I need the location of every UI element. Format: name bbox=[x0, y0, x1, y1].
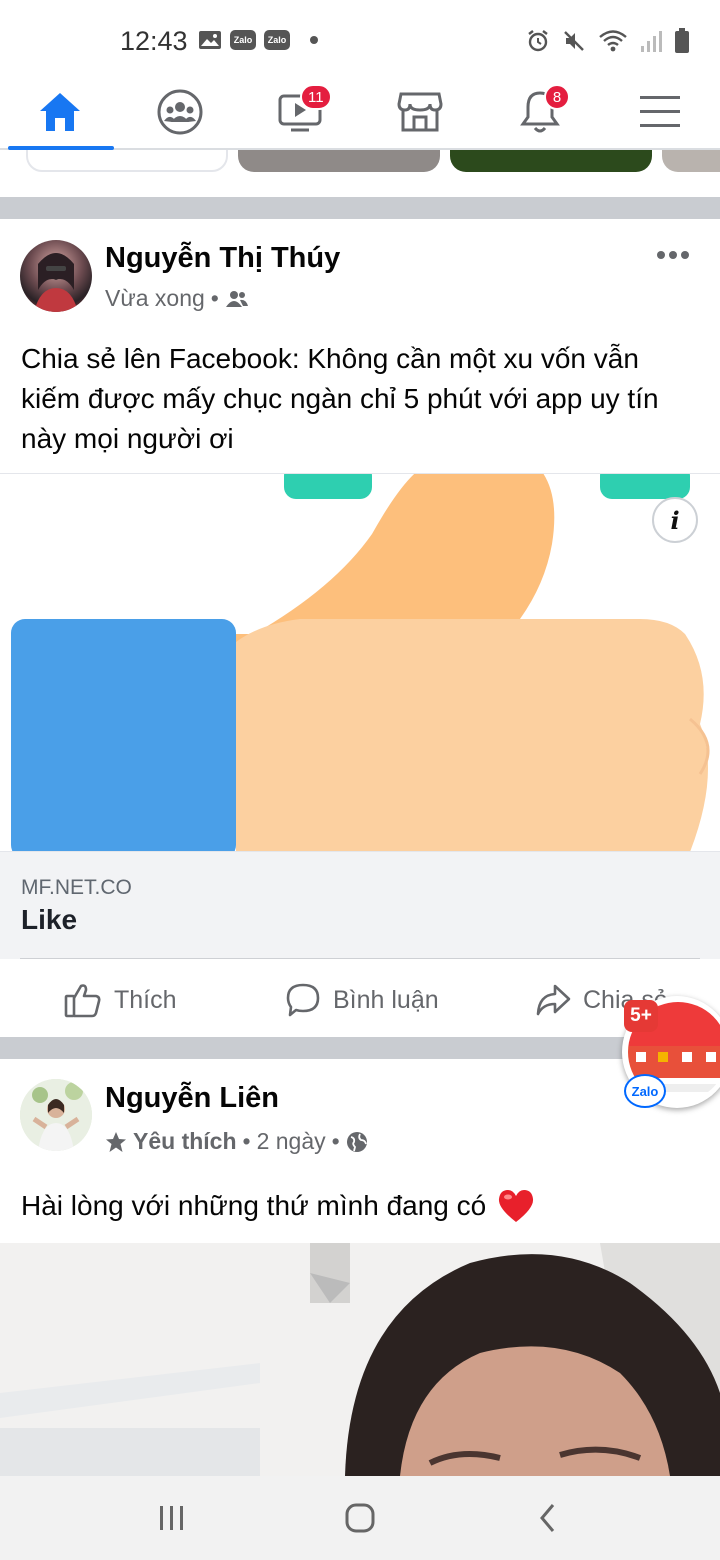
friends-icon bbox=[225, 290, 248, 307]
link-preview-caption[interactable]: MF.NET.CO Like bbox=[0, 851, 720, 959]
like-button[interactable]: Thích bbox=[64, 978, 177, 1022]
tab-notifications[interactable]: 8 bbox=[480, 82, 600, 142]
tab-groups[interactable] bbox=[120, 82, 240, 142]
status-time: 12:43 bbox=[120, 26, 188, 56]
back-button[interactable] bbox=[528, 1498, 568, 1538]
author-avatar[interactable] bbox=[20, 240, 92, 312]
menu-icon bbox=[640, 96, 680, 127]
avatar-photo bbox=[34, 253, 78, 312]
post-author[interactable]: Nguyễn Liên bbox=[105, 1082, 279, 1115]
thumbs-up-illustration bbox=[11, 474, 710, 851]
home-icon bbox=[40, 93, 80, 131]
like-label: Thích bbox=[114, 985, 177, 1014]
shop-icon bbox=[397, 92, 443, 132]
create-story-card[interactable] bbox=[26, 150, 228, 172]
link-title: Like bbox=[21, 904, 78, 935]
story-card[interactable] bbox=[662, 150, 720, 172]
stories-strip[interactable] bbox=[0, 150, 720, 196]
status-left-icons: Zalo Zalo bbox=[198, 30, 318, 50]
comment-button[interactable]: Bình luận bbox=[285, 978, 439, 1022]
share-icon bbox=[536, 984, 571, 1016]
star-icon bbox=[106, 1131, 126, 1152]
portrait-photo bbox=[0, 1243, 720, 1476]
post-text-row: Hài lòng với những thứ mình đang có bbox=[21, 1188, 536, 1224]
mute-icon bbox=[564, 31, 584, 51]
heart-emoji bbox=[499, 1190, 534, 1222]
post-meta: Vừa xong • bbox=[105, 285, 249, 312]
zalo-icon: Zalo bbox=[624, 1074, 666, 1108]
thumbs-up-icon bbox=[64, 984, 101, 1018]
alarm-icon bbox=[528, 30, 548, 52]
recents-icon bbox=[160, 1506, 183, 1530]
facebook-nav-bar: 11 8 bbox=[0, 78, 720, 150]
home-button[interactable] bbox=[340, 1498, 380, 1538]
meta-separator: • bbox=[242, 1128, 251, 1154]
tab-marketplace[interactable] bbox=[360, 82, 480, 142]
tab-home[interactable] bbox=[0, 82, 120, 142]
feed-divider bbox=[0, 197, 720, 219]
back-icon bbox=[540, 1504, 555, 1532]
notifications-badge: 8 bbox=[544, 84, 570, 110]
zalo-icon: Zalo bbox=[230, 30, 256, 50]
battery-icon bbox=[675, 28, 689, 53]
author-avatar[interactable] bbox=[20, 1079, 92, 1151]
home-circle-icon bbox=[345, 1503, 375, 1533]
more-options-icon[interactable] bbox=[656, 250, 690, 260]
groups-icon bbox=[157, 89, 203, 135]
chat-head-badge: 5+ bbox=[624, 1000, 658, 1032]
ad-info-button[interactable]: i bbox=[652, 497, 698, 543]
watch-badge: 11 bbox=[300, 84, 332, 110]
wifi-icon bbox=[599, 30, 627, 52]
status-bar: 12:43 Zalo Zalo bbox=[0, 0, 720, 78]
status-right-icons bbox=[526, 28, 690, 54]
post-meta: Yêu thích • 2 ngày • bbox=[105, 1128, 368, 1155]
dot-icon bbox=[310, 36, 318, 44]
story-card[interactable] bbox=[450, 150, 652, 172]
gallery-icon bbox=[199, 31, 221, 49]
post-photo[interactable] bbox=[0, 1243, 720, 1476]
actions-separator bbox=[20, 958, 700, 959]
post-time[interactable]: 2 ngày bbox=[257, 1128, 326, 1155]
recents-button[interactable] bbox=[152, 1498, 192, 1538]
feed-divider bbox=[0, 1037, 720, 1059]
meta-separator: • bbox=[210, 285, 219, 311]
post-time[interactable]: Vừa xong bbox=[105, 285, 205, 312]
signal-icon bbox=[641, 31, 662, 52]
comment-icon bbox=[286, 983, 320, 1017]
link-preview-image[interactable] bbox=[0, 473, 720, 851]
tab-menu[interactable] bbox=[600, 82, 720, 142]
link-domain: MF.NET.CO bbox=[21, 876, 132, 899]
avatar-photo bbox=[20, 1079, 92, 1151]
post-text: Hài lòng với những thứ mình đang có bbox=[21, 1190, 487, 1221]
tab-watch[interactable]: 11 bbox=[240, 82, 360, 142]
globe-icon bbox=[346, 1131, 367, 1152]
story-card[interactable] bbox=[238, 150, 440, 172]
post-text: Chia sẻ lên Facebook: Không cần một xu v… bbox=[21, 343, 659, 454]
system-navigation-bar bbox=[0, 1476, 720, 1560]
post-author[interactable]: Nguyễn Thị Thúy bbox=[105, 242, 340, 275]
meta-separator: • bbox=[331, 1128, 340, 1154]
zalo-icon: Zalo bbox=[264, 30, 290, 50]
comment-label: Bình luận bbox=[333, 985, 439, 1014]
favorite-label: Yêu thích bbox=[133, 1128, 237, 1154]
